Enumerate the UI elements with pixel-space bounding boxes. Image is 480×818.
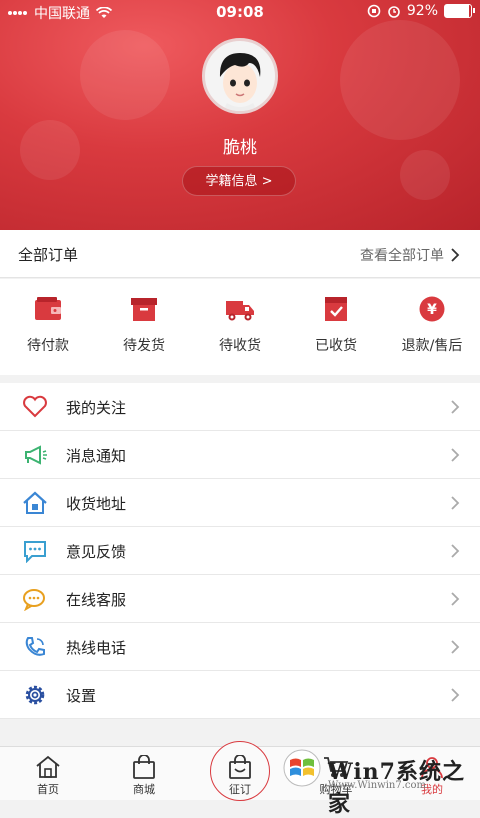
menu-item-label: 收货地址 (66, 495, 127, 513)
menu-item-label: 设置 (66, 687, 97, 705)
order-refund-aftersale[interactable]: ¥ 退款/售后 (384, 295, 480, 355)
menu-item-feedback[interactable]: 意见反馈 (0, 527, 480, 575)
chevron-right-icon (451, 640, 460, 654)
yen-icon: ¥ (419, 296, 445, 322)
tab-label: 商城 (133, 783, 155, 796)
tab-mall[interactable]: 商城 (96, 747, 192, 801)
tab-label: 首页 (37, 783, 59, 796)
chevron-right-icon (451, 592, 460, 606)
status-bar: 中国联通 09:08 92% (0, 0, 480, 24)
phone-icon (25, 637, 45, 656)
box-icon (131, 298, 157, 321)
settings-menu: 我的关注 消息通知 收货地址 意见反馈 在线客服 热线电话 设置 (0, 383, 480, 719)
order-pending-shipment[interactable]: 待发货 (96, 295, 192, 355)
menu-item-label: 在线客服 (66, 591, 127, 609)
orders-title: 全部订单 (18, 246, 79, 264)
tab-label: 征订 (229, 783, 251, 796)
service-chat-icon (23, 589, 45, 611)
chevron-right-icon (451, 400, 460, 414)
user-icon (421, 757, 443, 779)
wallet-icon (35, 297, 61, 320)
chevron-right-icon (451, 688, 460, 702)
svg-text:¥: ¥ (427, 302, 437, 318)
order-status-label: 待收货 (219, 338, 261, 354)
tab-label: 我的 (421, 783, 443, 796)
battery-percent: 92% (406, 3, 438, 19)
order-status-label: 待发货 (123, 338, 165, 354)
tab-label: 购物车 (319, 783, 353, 796)
gear-icon (25, 685, 45, 705)
truck-icon (226, 301, 254, 321)
order-pending-payment[interactable]: 待付款 (0, 295, 96, 355)
menu-item-label: 热线电话 (66, 639, 127, 657)
order-bag-icon (229, 755, 251, 779)
tab-subscribe[interactable]: 征订 (192, 741, 288, 801)
order-status-label: 待付款 (27, 338, 69, 354)
shopping-bag-icon (133, 755, 155, 779)
chat-bubble-icon (24, 541, 46, 563)
menu-item-label: 意见反馈 (66, 543, 127, 561)
bottom-tab-bar: 首页 商城 征订 购物车 我的 (0, 741, 480, 801)
menu-item-address[interactable]: 收货地址 (0, 479, 480, 527)
order-received[interactable]: 已收货 (288, 295, 384, 355)
menu-item-notifications[interactable]: 消息通知 (0, 431, 480, 479)
menu-item-label: 我的关注 (66, 399, 127, 417)
order-status-label: 已收货 (315, 338, 357, 354)
home-icon (36, 755, 60, 778)
menu-item-label: 消息通知 (66, 447, 127, 465)
tab-mine[interactable]: 我的 (384, 747, 480, 801)
menu-item-favorites[interactable]: 我的关注 (0, 383, 480, 431)
order-status-row: 待付款 待发货 待收货 已收货 ¥ 退款/售后 (0, 279, 480, 375)
bokeh-decoration (340, 20, 460, 140)
orders-header: 全部订单 查看全部订单 (0, 230, 480, 278)
view-all-orders-label: 查看全部订单 (360, 248, 444, 264)
battery-icon (444, 4, 475, 18)
alarm-icon (388, 6, 400, 18)
avatar-face-icon (219, 53, 261, 111)
student-info-button[interactable]: 学籍信息 > (182, 166, 296, 196)
user-name: 脆桃 (223, 138, 257, 158)
menu-item-hotline[interactable]: 热线电话 (0, 623, 480, 671)
chevron-right-icon (451, 248, 460, 262)
house-icon (23, 491, 47, 514)
menu-item-online-service[interactable]: 在线客服 (0, 575, 480, 623)
rotation-lock-icon (367, 4, 381, 18)
order-pending-receipt[interactable]: 待收货 (192, 295, 288, 355)
chevron-right-icon (451, 448, 460, 462)
megaphone-icon (25, 445, 47, 465)
avatar[interactable] (202, 38, 278, 114)
view-all-orders-link[interactable]: 查看全部订单 (360, 245, 460, 265)
order-status-label: 退款/售后 (401, 338, 463, 354)
bokeh-decoration (80, 30, 170, 120)
profile-header: 中国联通 09:08 92% 脆桃 学籍信息 > (0, 0, 480, 230)
tab-cart[interactable]: 购物车 (288, 747, 384, 801)
tab-home[interactable]: 首页 (0, 747, 96, 801)
heart-icon (23, 395, 47, 418)
received-box-icon (325, 297, 347, 321)
menu-item-settings[interactable]: 设置 (0, 671, 480, 719)
chevron-right-icon (451, 496, 460, 510)
cart-icon (324, 757, 349, 777)
chevron-right-icon (451, 544, 460, 558)
battery-level (445, 5, 469, 17)
